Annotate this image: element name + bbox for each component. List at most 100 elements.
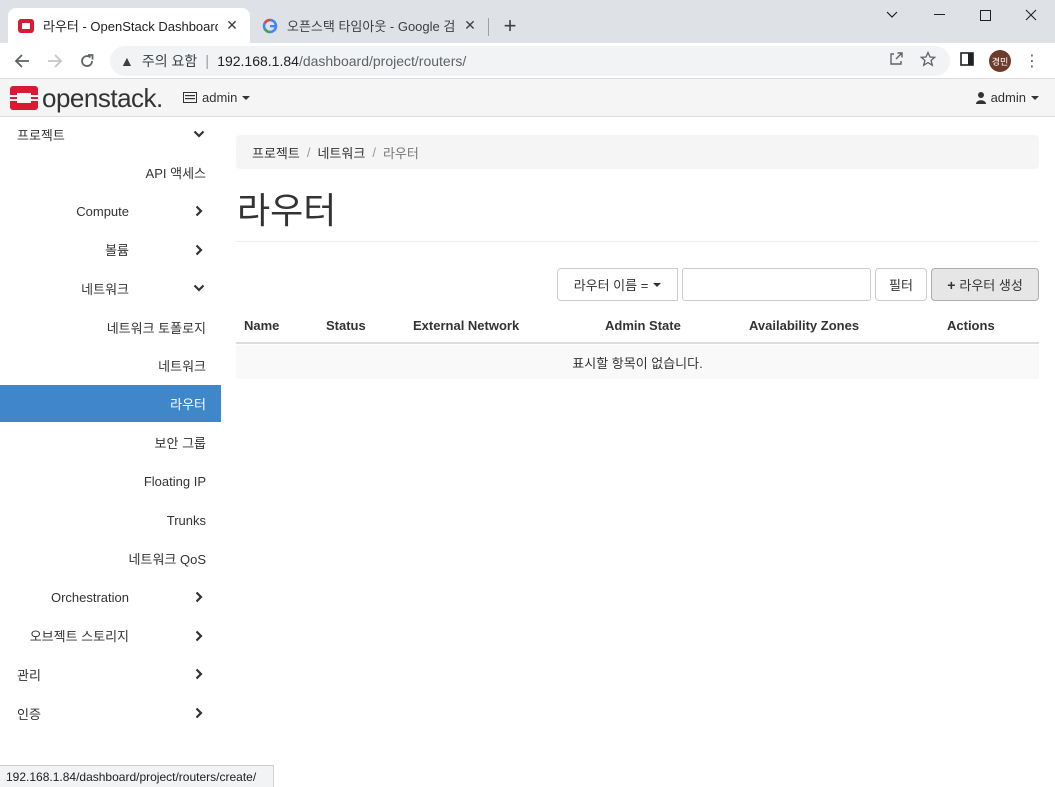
status-bar-url: 192.168.1.84/dashboard/project/routers/c… bbox=[0, 765, 274, 787]
sidebar-item-label: API 액세스 bbox=[145, 166, 206, 182]
breadcrumb-current: 라우터 bbox=[382, 145, 419, 161]
column-header-external-network[interactable]: External Network bbox=[413, 318, 519, 333]
reload-icon[interactable] bbox=[73, 47, 101, 75]
filter-field-select[interactable]: 라우터 이름 = bbox=[557, 268, 678, 301]
chevron-right-icon bbox=[195, 244, 203, 256]
sidebar-item-label: 네트워크 토폴로지 bbox=[106, 320, 206, 336]
back-arrow-icon[interactable] bbox=[8, 47, 36, 75]
minimize-icon[interactable] bbox=[916, 0, 962, 30]
sidebar-item[interactable]: 볼륨 bbox=[0, 231, 221, 269]
column-header-admin-state[interactable]: Admin State bbox=[605, 318, 681, 333]
address-bar[interactable]: ▲ 주의 요함 | 192.168.1.84 /dashboard/projec… bbox=[110, 46, 950, 76]
sidebar-item[interactable]: 보안 그룹 bbox=[0, 424, 221, 462]
browser-tab-active[interactable]: 라우터 - OpenStack Dashboard ✕ bbox=[8, 8, 250, 43]
sidebar-item-label: 보안 그룹 bbox=[154, 436, 206, 452]
page-title: 라우터 bbox=[237, 190, 337, 231]
breadcrumb-item[interactable]: 네트워크 bbox=[317, 143, 365, 162]
breadcrumb-separator: / bbox=[372, 144, 376, 160]
maximize-icon[interactable] bbox=[962, 0, 1008, 30]
chevron-right-icon bbox=[195, 205, 203, 217]
sidebar-item[interactable]: Orchestration bbox=[0, 578, 221, 616]
chevron-right-icon bbox=[195, 707, 203, 719]
sidebar-item-label: 네트워크 bbox=[158, 359, 206, 375]
new-tab-icon[interactable]: + bbox=[498, 13, 522, 38]
breadcrumb: 프로젝트 / 네트워크 / 라우터 bbox=[236, 135, 1039, 169]
sidebar-item[interactable]: API 액세스 bbox=[0, 154, 221, 192]
sidebar-item[interactable]: 관리 bbox=[0, 655, 221, 693]
sidebar-item[interactable]: 오브젝트 스토리지 bbox=[0, 617, 221, 655]
project-name: admin bbox=[202, 90, 238, 105]
sidebar-item-label: Compute bbox=[76, 203, 129, 219]
column-header-name[interactable]: Name bbox=[244, 318, 279, 333]
close-tab-icon[interactable]: ✕ bbox=[462, 17, 478, 34]
browser-tab-strip: 라우터 - OpenStack Dashboard ✕ 오픈스택 타임아웃 - … bbox=[0, 0, 1055, 43]
sidebar-item[interactable]: 인증 bbox=[0, 694, 221, 732]
column-header-actions: Actions bbox=[947, 318, 995, 333]
title-divider bbox=[236, 241, 1039, 242]
tab-divider bbox=[488, 18, 489, 36]
share-icon[interactable] bbox=[886, 49, 906, 69]
user-name: admin bbox=[990, 90, 1026, 105]
plus-icon: + bbox=[947, 276, 956, 293]
caret-down-icon bbox=[653, 282, 662, 287]
caret-down-icon bbox=[242, 95, 251, 100]
sidebar-item[interactable]: 라우터 bbox=[0, 385, 221, 423]
browser-toolbar: ▲ 주의 요함 | 192.168.1.84 /dashboard/projec… bbox=[0, 43, 1055, 79]
side-panel-icon[interactable] bbox=[957, 49, 977, 69]
sidebar-item[interactable]: Floating IP bbox=[0, 462, 221, 500]
sidebar-item[interactable]: 네트워크 QoS bbox=[0, 540, 221, 578]
browser-tab-google[interactable]: 오픈스택 타임아웃 - Google 검색 ✕ bbox=[252, 8, 488, 43]
kebab-menu-icon[interactable]: ⋮ bbox=[1022, 49, 1042, 73]
openstack-header: openstack. admin admin bbox=[0, 79, 1055, 117]
sidebar-item-label: 인증 bbox=[17, 706, 41, 722]
url-host: 192.168.1.84 bbox=[217, 53, 299, 69]
google-favicon-icon bbox=[262, 18, 278, 34]
create-router-button[interactable]: + 라우터 생성 bbox=[931, 268, 1039, 301]
sidebar-item-label: Floating IP bbox=[143, 473, 206, 489]
openstack-favicon-icon bbox=[18, 18, 34, 34]
column-header-status[interactable]: Status bbox=[326, 318, 366, 333]
security-label[interactable]: 주의 요함 bbox=[142, 51, 197, 71]
table-empty-row: 표시할 항목이 없습니다. bbox=[236, 345, 1039, 379]
chevron-down-icon bbox=[193, 130, 205, 138]
sidebar-item[interactable]: 네트워크 토폴로지 bbox=[0, 308, 221, 346]
openstack-logo[interactable]: openstack. bbox=[10, 84, 163, 112]
filter-input[interactable] bbox=[682, 268, 871, 301]
sidebar-item-label: 관리 bbox=[17, 667, 41, 683]
sidebar-item[interactable]: 프로젝트 bbox=[0, 115, 221, 153]
sidebar-item-label: Orchestration bbox=[50, 589, 129, 605]
bookmark-star-icon[interactable] bbox=[918, 49, 938, 69]
chevron-down-icon bbox=[193, 285, 205, 292]
project-picker[interactable]: admin bbox=[183, 90, 251, 105]
sidebar-item[interactable]: 네트워크 bbox=[0, 347, 221, 385]
profile-avatar[interactable]: 경민 bbox=[989, 50, 1011, 72]
sidebar-item-label: 네트워크 bbox=[81, 281, 129, 297]
chevron-right-icon bbox=[195, 630, 203, 642]
brand-name: openstack. bbox=[42, 83, 163, 113]
warning-triangle-icon[interactable]: ▲ bbox=[120, 53, 134, 69]
breadcrumb-separator: / bbox=[306, 144, 311, 160]
tab-title: 오픈스택 타임아웃 - Google 검색 bbox=[287, 19, 456, 34]
openstack-logo-icon bbox=[10, 86, 38, 110]
filter-button[interactable]: 필터 bbox=[875, 268, 927, 301]
chevron-right-icon bbox=[195, 591, 203, 603]
chevron-down-icon[interactable] bbox=[869, 0, 915, 30]
sidebar-nav: 프로젝트 API 액세스 Compute 볼륨 네트워크 네트워크 토폴로지 네트워크 라우터… bbox=[0, 117, 221, 767]
filter-field-label: 라우터 이름 = bbox=[573, 278, 649, 293]
sidebar-item-label: 네트워크 QoS bbox=[128, 552, 206, 568]
url-path: /dashboard/project/routers/ bbox=[298, 53, 467, 69]
sidebar-item[interactable]: 네트워크 bbox=[0, 269, 221, 307]
close-window-icon[interactable] bbox=[1008, 0, 1054, 30]
sidebar-item-label: 볼륨 bbox=[105, 243, 129, 259]
breadcrumb-item[interactable]: 프로젝트 bbox=[252, 143, 300, 162]
sidebar-item-label: 오브젝트 스토리지 bbox=[29, 629, 129, 645]
column-header-availability-zones[interactable]: Availability Zones bbox=[749, 318, 859, 333]
sidebar-item-label: Trunks bbox=[166, 512, 206, 528]
user-menu[interactable]: admin bbox=[975, 90, 1039, 105]
tab-title: 라우터 - OpenStack Dashboard bbox=[43, 19, 218, 34]
sidebar-item[interactable]: Compute bbox=[0, 192, 221, 230]
forward-arrow-icon[interactable] bbox=[41, 47, 69, 75]
project-icon bbox=[183, 92, 197, 103]
sidebar-item[interactable]: Trunks bbox=[0, 501, 221, 539]
close-tab-icon[interactable]: ✕ bbox=[224, 17, 240, 34]
